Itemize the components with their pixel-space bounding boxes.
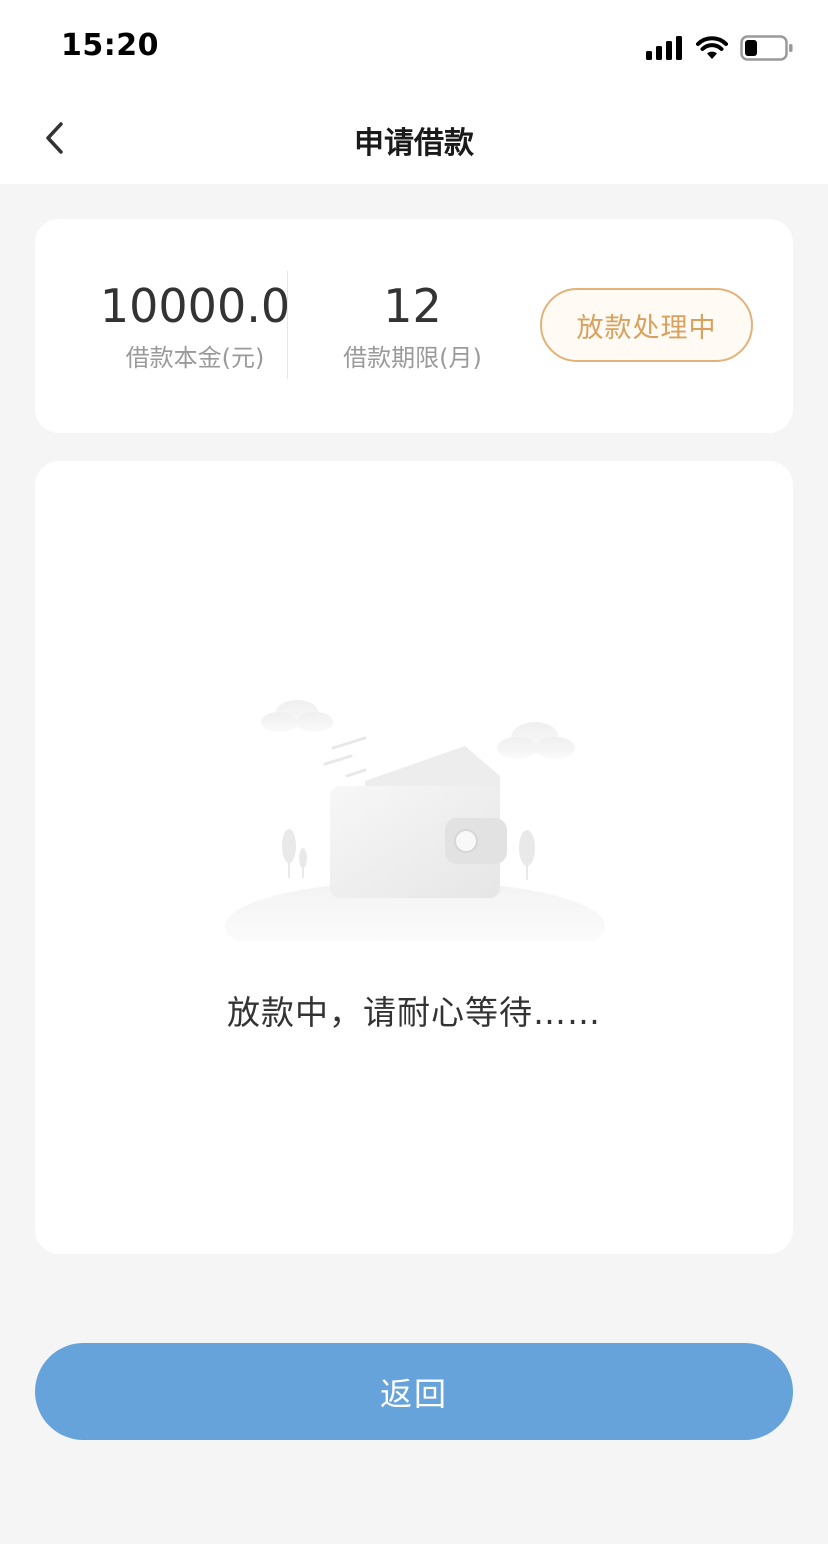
stat-divider bbox=[287, 271, 288, 379]
screen: 15:20 申请借款 10000.0 借款本金(元) 12 借款期限(月) 放款… bbox=[0, 0, 828, 1544]
waiting-message: 放款中，请耐心等待…… bbox=[227, 993, 601, 1032]
status-icons bbox=[646, 35, 794, 65]
signal-icon bbox=[646, 36, 684, 64]
battery-icon bbox=[740, 35, 794, 65]
loan-amount-label: 借款本金(元) bbox=[125, 344, 265, 372]
loan-summary-card: 10000.0 借款本金(元) 12 借款期限(月) 放款处理中 bbox=[35, 219, 793, 433]
loan-term-value: 12 bbox=[383, 279, 442, 333]
return-button[interactable]: 返回 bbox=[35, 1343, 793, 1440]
wifi-icon bbox=[696, 36, 728, 64]
nav-bar: 申请借款 bbox=[0, 96, 828, 184]
page-title: 申请借款 bbox=[354, 126, 474, 161]
wallet-illustration bbox=[215, 686, 615, 971]
status-badge: 放款处理中 bbox=[540, 288, 753, 362]
loan-term-label: 借款期限(月) bbox=[343, 344, 482, 372]
status-time: 15:20 bbox=[61, 28, 159, 63]
loan-amount-value: 10000.0 bbox=[99, 279, 291, 333]
loan-amount: 10000.0 借款本金(元) bbox=[65, 279, 325, 373]
status-card: 放款中，请耐心等待…… bbox=[35, 461, 793, 1254]
status-bar: 15:20 bbox=[0, 0, 828, 96]
loan-term: 12 借款期限(月) bbox=[290, 279, 535, 373]
